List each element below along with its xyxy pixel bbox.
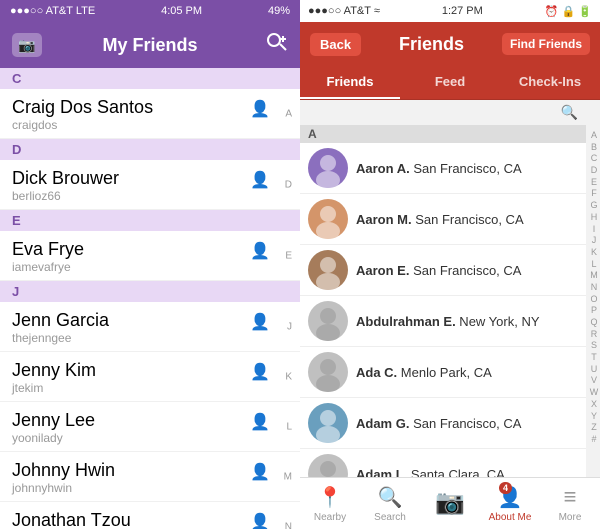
left-carrier: ●●●○○ AT&T LTE bbox=[10, 5, 95, 17]
right-title: Friends bbox=[399, 34, 464, 55]
avatar bbox=[308, 250, 348, 290]
bottom-tab-bar: 📍 Nearby 🔍 Search 📷 4 👤 About Me ≡ More bbox=[300, 477, 600, 529]
left-battery: 49% bbox=[268, 5, 290, 17]
tab-camera[interactable]: 📷 bbox=[420, 478, 480, 529]
friend-ada-c[interactable]: Ada C. Menlo Park, CA bbox=[300, 347, 586, 398]
person-icon: 👤 bbox=[250, 312, 270, 332]
person-icon: 👤 bbox=[250, 241, 270, 261]
left-title: My Friends bbox=[102, 35, 197, 56]
alpha-a: A bbox=[300, 125, 586, 143]
friend-jenny-lee[interactable]: Jenny Lee yoonilady 👤 L bbox=[0, 402, 300, 452]
tab-friends[interactable]: Friends bbox=[300, 66, 400, 99]
avatar bbox=[308, 301, 348, 341]
right-panel: ●●●○○ AT&T ≈ 1:27 PM ⏰ 🔒 🔋 Back Friends … bbox=[300, 0, 600, 529]
nearby-label: Nearby bbox=[314, 512, 346, 523]
section-j: J bbox=[0, 281, 300, 302]
right-header: Back Friends Find Friends bbox=[300, 22, 600, 66]
person-icon: 👤 bbox=[250, 170, 270, 190]
search-icon: 🔍 bbox=[561, 104, 578, 121]
more-label: More bbox=[559, 512, 582, 523]
avatar bbox=[308, 199, 348, 239]
person-icon: 👤 bbox=[250, 362, 270, 382]
about-me-label: About Me bbox=[489, 512, 532, 523]
person-icon: 👤 bbox=[250, 512, 270, 529]
add-friend-icon[interactable] bbox=[266, 32, 288, 58]
right-icons: ⏰ 🔒 🔋 bbox=[545, 5, 592, 18]
right-status-bar: ●●●○○ AT&T ≈ 1:27 PM ⏰ 🔒 🔋 bbox=[300, 0, 600, 22]
friend-jonathan-tzou[interactable]: Jonathan Tzou nuteiia 👤 N bbox=[0, 502, 300, 529]
right-time: 1:27 PM bbox=[442, 5, 483, 17]
friend-adam-l[interactable]: Adam L. Santa Clara, CA bbox=[300, 449, 586, 477]
alpha-sidebar: A B C D E F G H I J K L M N O P Q R S T … bbox=[588, 128, 600, 425]
friend-aaron-e[interactable]: Aaron E. San Francisco, CA bbox=[300, 245, 586, 296]
back-button[interactable]: Back bbox=[310, 33, 361, 56]
tab-search[interactable]: 🔍 Search bbox=[360, 478, 420, 529]
person-icon: 👤 bbox=[250, 462, 270, 482]
right-carrier: ●●●○○ AT&T ≈ bbox=[308, 5, 380, 17]
tab-checkins[interactable]: Check-Ins bbox=[500, 66, 600, 99]
tab-more[interactable]: ≡ More bbox=[540, 478, 600, 529]
nearby-icon: 📍 bbox=[318, 485, 343, 510]
person-icon: 👤 bbox=[250, 99, 270, 119]
friend-adam-g[interactable]: Adam G. San Francisco, CA bbox=[300, 398, 586, 449]
friend-dick-brouwer[interactable]: Dick Brouwer berlioz66 👤 D bbox=[0, 160, 300, 210]
right-friends-list: 🔍 A Aaron A. San Francisco, CA Aaron M. … bbox=[300, 100, 600, 477]
search-label: Search bbox=[374, 512, 406, 523]
avatar bbox=[308, 148, 348, 188]
camera-tab-icon: 📷 bbox=[435, 488, 465, 517]
avatar bbox=[308, 454, 348, 477]
friend-jenn-garcia[interactable]: Jenn Garcia thejenngee 👤 J bbox=[0, 302, 300, 352]
search-tab-icon: 🔍 bbox=[378, 485, 403, 510]
friend-eva-frye[interactable]: Eva Frye iamevafrye 👤 E bbox=[0, 231, 300, 281]
left-panel: ●●●○○ AT&T LTE 4:05 PM 49% 📷 My Friends … bbox=[0, 0, 300, 529]
friend-johnny-hwin[interactable]: Johnny Hwin johnnyhwin 👤 M bbox=[0, 452, 300, 502]
more-icon: ≡ bbox=[564, 484, 577, 510]
tab-nearby[interactable]: 📍 Nearby bbox=[300, 478, 360, 529]
friend-jenny-kim[interactable]: Jenny Kim jtekim 👤 K bbox=[0, 352, 300, 402]
friend-aaron-a[interactable]: Aaron A. San Francisco, CA bbox=[300, 143, 586, 194]
friend-aaron-m[interactable]: Aaron M. San Francisco, CA bbox=[300, 194, 586, 245]
section-c: C bbox=[0, 68, 300, 89]
section-e: E bbox=[0, 210, 300, 231]
friend-craig-dos-santos[interactable]: Craig Dos Santos craigdos 👤 A bbox=[0, 89, 300, 139]
left-header: 📷 My Friends bbox=[0, 22, 300, 68]
tab-feed[interactable]: Feed bbox=[400, 66, 500, 99]
avatar bbox=[308, 403, 348, 443]
camera-icon[interactable]: 📷 bbox=[12, 33, 42, 57]
tab-about-me[interactable]: 4 👤 About Me bbox=[480, 478, 540, 529]
left-friends-list: C Craig Dos Santos craigdos 👤 A D Dick B… bbox=[0, 68, 300, 529]
section-d: D bbox=[0, 139, 300, 160]
avatar bbox=[308, 352, 348, 392]
notification-badge: 4 bbox=[499, 482, 512, 494]
friend-abdulrahman-e[interactable]: Abdulrahman E. New York, NY bbox=[300, 296, 586, 347]
left-status-bar: ●●●○○ AT&T LTE 4:05 PM 49% bbox=[0, 0, 300, 22]
left-time: 4:05 PM bbox=[161, 5, 202, 17]
person-icon: 👤 bbox=[250, 412, 270, 432]
right-tabs: Friends Feed Check-Ins bbox=[300, 66, 600, 100]
find-friends-button[interactable]: Find Friends bbox=[502, 33, 590, 55]
